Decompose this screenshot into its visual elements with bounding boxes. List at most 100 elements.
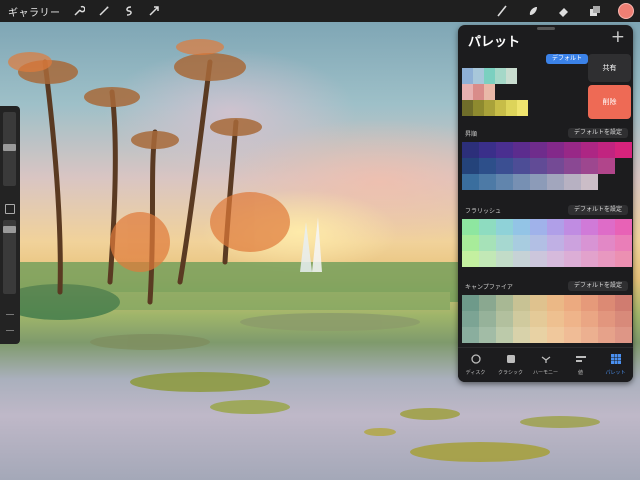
color-swatch[interactable] — [473, 100, 484, 116]
color-swatch[interactable] — [547, 295, 564, 311]
color-swatch[interactable] — [484, 100, 495, 116]
color-swatch[interactable] — [462, 311, 479, 327]
color-swatch[interactable] — [496, 251, 513, 267]
color-swatch[interactable] — [564, 327, 581, 343]
delete-button[interactable]: 削除 — [588, 85, 631, 119]
color-swatch[interactable] — [484, 84, 495, 100]
color-swatch[interactable] — [561, 84, 572, 100]
color-swatch[interactable] — [564, 219, 581, 235]
color-swatch[interactable] — [506, 100, 517, 116]
color-swatch[interactable] — [615, 235, 632, 251]
color-swatch[interactable] — [615, 327, 632, 343]
color-swatch[interactable] — [581, 251, 598, 267]
layers-icon[interactable] — [587, 3, 603, 19]
share-button[interactable]: 共有 — [588, 54, 631, 82]
color-swatch[interactable] — [462, 100, 473, 116]
set-default-button[interactable]: デフォルトを設定 — [567, 205, 628, 215]
color-swatch[interactable] — [561, 100, 572, 116]
color-swatch[interactable] — [547, 235, 564, 251]
color-icon[interactable] — [618, 3, 634, 19]
color-swatch[interactable] — [598, 142, 615, 158]
color-swatch[interactable] — [517, 100, 528, 116]
color-swatch[interactable] — [513, 219, 530, 235]
color-swatch[interactable] — [462, 235, 479, 251]
color-swatch[interactable] — [513, 251, 530, 267]
color-swatch[interactable] — [564, 142, 581, 158]
color-swatch[interactable] — [513, 235, 530, 251]
color-swatch[interactable] — [581, 158, 598, 174]
wrench-icon[interactable] — [71, 3, 87, 19]
color-swatch[interactable] — [547, 158, 564, 174]
color-swatch[interactable] — [462, 327, 479, 343]
color-swatch[interactable] — [495, 100, 506, 116]
color-swatch[interactable] — [513, 158, 530, 174]
color-swatch[interactable] — [517, 68, 528, 84]
color-swatch[interactable] — [528, 68, 539, 84]
color-swatch[interactable] — [462, 174, 479, 190]
color-swatch[interactable] — [473, 68, 484, 84]
modify-button[interactable] — [5, 204, 15, 214]
color-swatch[interactable] — [615, 295, 632, 311]
color-swatch[interactable] — [615, 219, 632, 235]
color-swatch[interactable] — [495, 84, 506, 100]
opacity-slider[interactable] — [3, 220, 16, 294]
color-swatch[interactable] — [598, 295, 615, 311]
color-swatch[interactable] — [479, 327, 496, 343]
color-swatch[interactable] — [462, 295, 479, 311]
color-swatch[interactable] — [598, 219, 615, 235]
eraser-icon[interactable] — [556, 3, 572, 19]
selection-icon[interactable] — [121, 3, 137, 19]
color-swatch[interactable] — [496, 295, 513, 311]
brush-size-handle[interactable] — [3, 144, 16, 151]
color-swatch[interactable] — [530, 235, 547, 251]
color-swatch[interactable] — [564, 235, 581, 251]
color-swatch[interactable] — [462, 219, 479, 235]
color-swatch[interactable] — [479, 158, 496, 174]
color-swatch[interactable] — [496, 311, 513, 327]
color-swatch[interactable] — [550, 68, 561, 84]
color-swatch[interactable] — [496, 142, 513, 158]
color-swatch[interactable] — [581, 142, 598, 158]
tab-classic[interactable]: クラシック — [493, 348, 528, 382]
color-swatch[interactable] — [462, 158, 479, 174]
tab-value[interactable]: 値 — [563, 348, 598, 382]
color-swatch[interactable] — [462, 251, 479, 267]
color-swatch[interactable] — [495, 68, 506, 84]
color-swatch[interactable] — [598, 158, 615, 174]
color-swatch[interactable] — [530, 219, 547, 235]
color-swatch[interactable] — [473, 84, 484, 100]
color-swatch[interactable] — [506, 84, 517, 100]
color-swatch[interactable] — [479, 219, 496, 235]
add-palette-button[interactable]: + — [611, 27, 625, 47]
color-swatch[interactable] — [615, 311, 632, 327]
color-swatch[interactable] — [561, 68, 572, 84]
color-swatch[interactable] — [564, 295, 581, 311]
color-swatch[interactable] — [484, 68, 495, 84]
brush-icon[interactable] — [494, 3, 510, 19]
color-swatch[interactable] — [547, 311, 564, 327]
color-swatch[interactable] — [479, 295, 496, 311]
color-swatch[interactable] — [496, 158, 513, 174]
magic-wand-icon[interactable] — [96, 3, 112, 19]
gallery-button[interactable]: ギャラリー — [8, 4, 61, 19]
color-swatch[interactable] — [530, 327, 547, 343]
color-swatch[interactable] — [547, 142, 564, 158]
color-swatch[interactable] — [547, 251, 564, 267]
color-swatch[interactable] — [530, 311, 547, 327]
color-swatch[interactable] — [479, 251, 496, 267]
color-swatch[interactable] — [581, 235, 598, 251]
color-swatch[interactable] — [513, 327, 530, 343]
color-swatch[interactable] — [539, 84, 550, 100]
panel-grabber[interactable] — [537, 27, 555, 30]
tab-palette-grid[interactable]: パレット — [598, 348, 633, 382]
color-swatch[interactable] — [528, 100, 539, 116]
color-swatch[interactable] — [550, 84, 561, 100]
color-swatch[interactable] — [462, 142, 479, 158]
color-swatch[interactable] — [530, 251, 547, 267]
color-swatch[interactable] — [598, 327, 615, 343]
color-swatch[interactable] — [479, 174, 496, 190]
color-swatch[interactable] — [615, 251, 632, 267]
color-swatch[interactable] — [462, 84, 473, 100]
tab-harmony[interactable]: ハーモニー — [528, 348, 563, 382]
color-swatch[interactable] — [530, 295, 547, 311]
